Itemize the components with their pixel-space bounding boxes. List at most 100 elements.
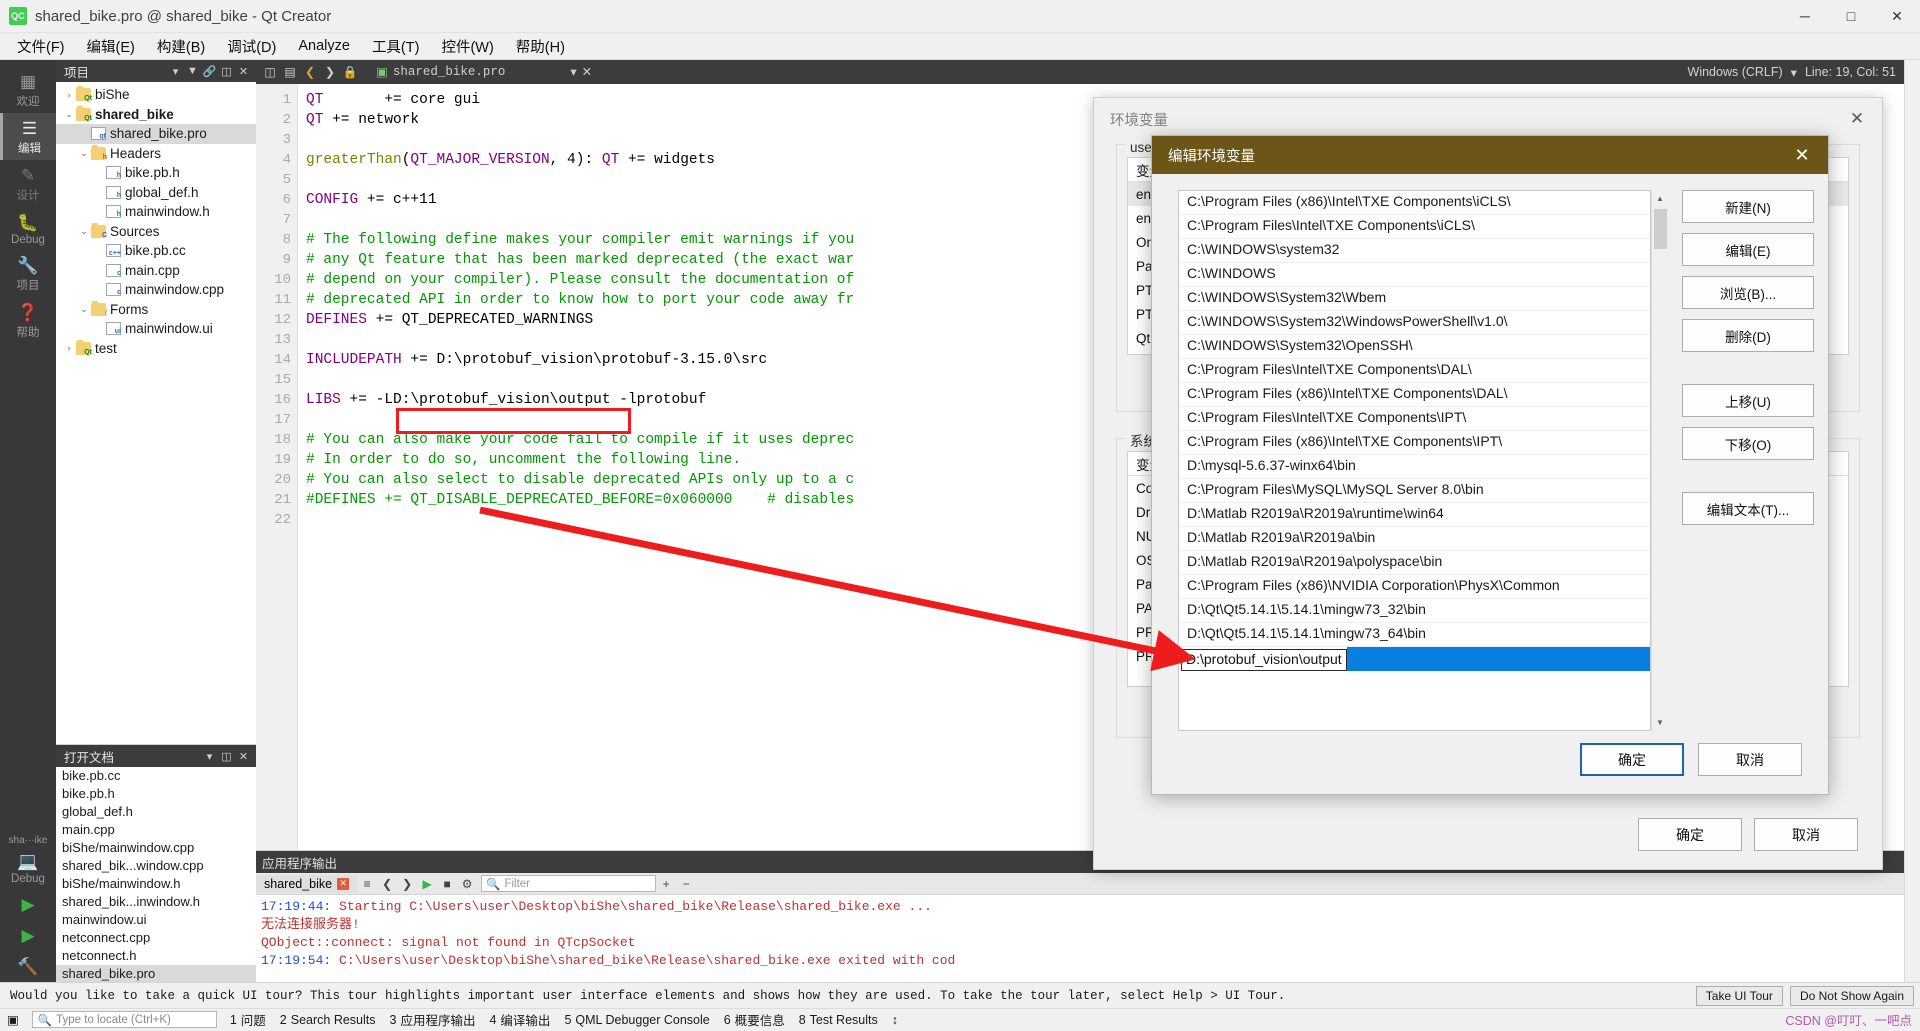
open-document-item[interactable]: main.cpp	[56, 821, 256, 839]
path-list-item[interactable]: D:\Matlab R2019a\R2019a\runtime\win64	[1179, 503, 1650, 527]
twisty-icon[interactable]: ⌄	[62, 109, 76, 120]
mode-projects[interactable]: 🔧 项目	[0, 250, 56, 297]
edit-cancel-button[interactable]: 取消	[1698, 743, 1802, 776]
output-tab-shared-bike[interactable]: shared_bike ✕	[256, 874, 358, 893]
tree-item-global-def-h[interactable]: h global_def.h	[56, 183, 256, 203]
path-list-scrollbar[interactable]: ▲ ▼	[1651, 190, 1669, 731]
close-icon[interactable]: ✕	[582, 64, 592, 80]
path-list-item[interactable]: C:\Program Files (x86)\Intel\TXE Compone…	[1179, 383, 1650, 407]
split-horizontal-icon[interactable]: ◫	[260, 62, 280, 82]
build-button[interactable]: 🔨	[0, 951, 56, 982]
path-list-item[interactable]: C:\Program Files (x86)\Intel\TXE Compone…	[1179, 431, 1650, 455]
close-button[interactable]: ✕	[1874, 0, 1920, 33]
close-icon[interactable]: ✕	[1842, 109, 1872, 129]
twisty-icon[interactable]: ⌄	[77, 304, 91, 315]
open-document-item[interactable]: shared_bik...window.cpp	[56, 857, 256, 875]
status-item-search-results[interactable]: 2 Search Results	[273, 1009, 383, 1031]
chevron-down-icon[interactable]: ▾	[570, 64, 576, 80]
menu-debug[interactable]: 调试(D)	[216, 32, 287, 61]
tree-item-shared-bike-pro[interactable]: qt shared_bike.pro	[56, 124, 256, 144]
open-document-item[interactable]: biShe/mainwindow.h	[56, 875, 256, 893]
status-item-compile-output[interactable]: 4 编译输出	[482, 1009, 557, 1031]
path-list-item[interactable]: D:\mysql-5.6.37-winx64\bin	[1179, 455, 1650, 479]
chevron-down-icon[interactable]: ▾	[201, 747, 218, 765]
open-document-item[interactable]: netconnect.cpp	[56, 929, 256, 947]
path-list-item[interactable]: C:\WINDOWS\System32\OpenSSH\	[1179, 335, 1650, 359]
tree-item-mainwindow-h[interactable]: h mainwindow.h	[56, 202, 256, 222]
wrap-lines-icon[interactable]: ≡	[357, 873, 377, 895]
filter-icon[interactable]: ▼	[184, 62, 201, 80]
tree-item-test[interactable]: › Qt test	[56, 339, 256, 359]
edit-action-d-button[interactable]: 删除(D)	[1682, 319, 1814, 352]
back-arrow-icon[interactable]: ❮	[300, 62, 320, 82]
close-icon[interactable]: ✕	[337, 877, 350, 890]
lock-icon[interactable]: 🔒	[340, 62, 360, 82]
twisty-icon[interactable]: ›	[62, 90, 76, 100]
path-list-item[interactable]: C:\Program Files\Intel\TXE Components\iC…	[1179, 215, 1650, 239]
edit-action-n-button[interactable]: 新建(N)	[1682, 190, 1814, 223]
tree-item-headers[interactable]: ⌄ h Headers	[56, 144, 256, 164]
path-list-item[interactable]: D:\protobuf_vision\output	[1179, 647, 1650, 671]
kit-selector-label[interactable]: sha···ike	[9, 835, 48, 846]
forward-arrow-icon[interactable]: ❯	[320, 62, 340, 82]
up-down-arrows-icon[interactable]: ↕	[885, 1009, 905, 1031]
next-icon[interactable]: ❯	[397, 873, 417, 895]
open-document-item[interactable]: bike.pb.cc	[56, 767, 256, 785]
panel-toggle-icon[interactable]: ▣	[0, 1009, 26, 1031]
kit-selector[interactable]: 💻 Debug	[0, 846, 56, 889]
path-list-item[interactable]: C:\Program Files\Intel\TXE Components\DA…	[1179, 359, 1650, 383]
open-document-item[interactable]: shared_bik...inwindow.h	[56, 893, 256, 911]
path-list-item[interactable]: D:\Matlab R2019a\R2019a\polyspace\bin	[1179, 551, 1650, 575]
edit-action-e-button[interactable]: 编辑(E)	[1682, 233, 1814, 266]
open-document-item[interactable]: bike.pb.h	[56, 785, 256, 803]
edit-action-b-button[interactable]: 浏览(B)...	[1682, 276, 1814, 309]
settings-icon[interactable]: ⚙	[457, 873, 477, 895]
take-ui-tour-button[interactable]: Take UI Tour	[1695, 985, 1783, 1006]
close-icon[interactable]: ✕	[235, 62, 252, 80]
path-list-item[interactable]: D:\Matlab R2019a\R2019a\bin	[1179, 527, 1650, 551]
close-icon[interactable]: ✕	[1782, 145, 1822, 166]
menu-edit[interactable]: 编辑(E)	[76, 32, 146, 61]
path-list-item[interactable]: C:\Program Files (x86)\NVIDIA Corporatio…	[1179, 575, 1650, 599]
minimize-button[interactable]: ─	[1782, 0, 1828, 33]
open-documents-list[interactable]: bike.pb.cc bike.pb.h global_def.h main.cpp b…	[56, 767, 256, 982]
path-list-item[interactable]: C:\WINDOWS\System32\Wbem	[1179, 287, 1650, 311]
scrollbar-thumb[interactable]	[1653, 209, 1667, 249]
twisty-icon[interactable]: ›	[62, 343, 76, 353]
menu-help[interactable]: 帮助(H)	[505, 32, 576, 61]
edit-action-t-button[interactable]: 编辑文本(T)...	[1682, 492, 1814, 525]
status-item-test-results[interactable]: 8 Test Results	[792, 1009, 885, 1031]
output-filter-input[interactable]: 🔍 Filter	[481, 875, 657, 892]
tree-item-main-cpp[interactable]: c main.cpp	[56, 261, 256, 281]
open-document-item[interactable]: global_def.h	[56, 803, 256, 821]
tree-item-shared-bike[interactable]: ⌄ Qt shared_bike	[56, 105, 256, 125]
path-list-item[interactable]: C:\WINDOWS\System32\WindowsPowerShell\v1…	[1179, 311, 1650, 335]
tree-item-sources[interactable]: ⌄ C Sources	[56, 222, 256, 242]
run-button[interactable]: ▶	[0, 889, 56, 920]
split-icon[interactable]: ◫	[218, 62, 235, 80]
maximize-button[interactable]: □	[1828, 0, 1874, 33]
path-list-item[interactable]: C:\Program Files\Intel\TXE Components\IP…	[1179, 407, 1650, 431]
edit-action-o-button[interactable]: 下移(O)	[1682, 427, 1814, 460]
menu-window[interactable]: 控件(W)	[430, 32, 504, 61]
open-document-item[interactable]: mainwindow.ui	[56, 911, 256, 929]
chevron-down-icon[interactable]: ▾	[167, 62, 184, 80]
chevron-up-icon[interactable]: ▲	[1651, 190, 1669, 207]
open-document-item[interactable]: netconnect.h	[56, 947, 256, 965]
edit-action-u-button[interactable]: 上移(U)	[1682, 384, 1814, 417]
locate-input[interactable]: 🔍 Type to locate (Ctrl+K)	[31, 1011, 217, 1028]
edit-environment-variable-dialog[interactable]: 编辑环境变量 ✕ C:\Program Files (x86)\Intel\TX…	[1151, 135, 1829, 795]
edit-ok-button[interactable]: 确定	[1580, 743, 1684, 776]
menu-build[interactable]: 构建(B)	[146, 32, 216, 61]
status-item-overview[interactable]: 6 概要信息	[717, 1009, 792, 1031]
status-item-qml-debugger[interactable]: 5 QML Debugger Console	[557, 1009, 716, 1031]
line-ending-label[interactable]: Windows (CRLF)	[1688, 65, 1783, 79]
menu-file[interactable]: 文件(F)	[6, 32, 76, 61]
mode-edit[interactable]: ☰ 编辑	[0, 113, 56, 160]
plus-icon[interactable]: +	[656, 873, 676, 895]
tree-item-bike-pb-cc[interactable]: c++ bike.pb.cc	[56, 241, 256, 261]
path-edit-input[interactable]: D:\protobuf_vision\output	[1181, 648, 1347, 671]
path-list-item[interactable]: D:\Qt\Qt5.14.1\5.14.1\mingw73_32\bin	[1179, 599, 1650, 623]
menu-tools[interactable]: 工具(T)	[361, 32, 431, 61]
env-ok-button[interactable]: 确定	[1638, 818, 1742, 851]
